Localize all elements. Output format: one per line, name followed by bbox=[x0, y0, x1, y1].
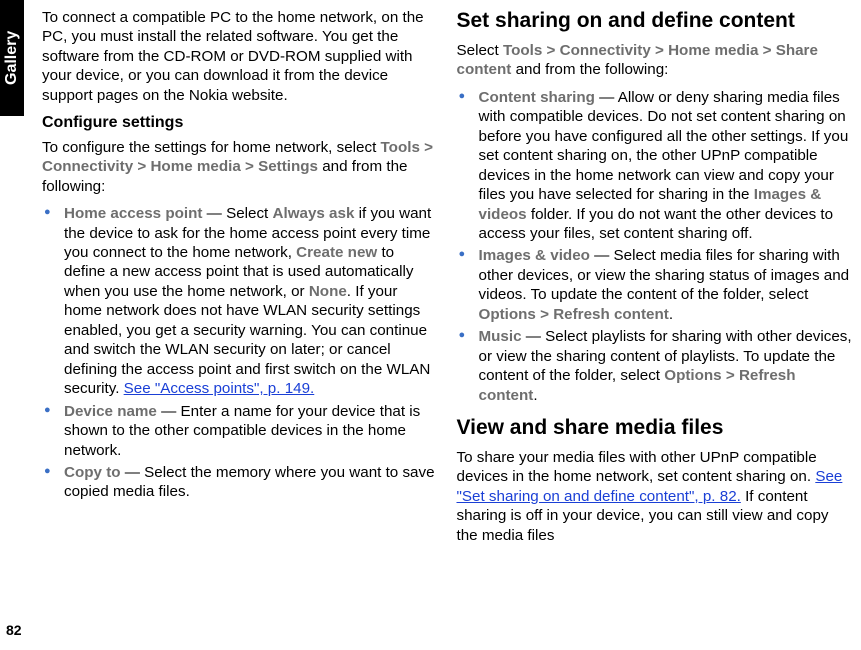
menu-sep: > bbox=[758, 42, 775, 59]
menu-sep: > bbox=[536, 306, 553, 323]
text: To configure the settings for home netwo… bbox=[42, 139, 381, 156]
set-sharing-heading: Set sharing on and define content bbox=[457, 8, 854, 35]
list-item-music: Music — Select playlists for sharing wit… bbox=[457, 327, 854, 405]
menu-connectivity: Connectivity bbox=[560, 42, 651, 59]
text: Select bbox=[457, 42, 503, 59]
view-share-heading: View and share media files bbox=[457, 415, 854, 442]
set-sharing-intro: Select Tools > Connectivity > Home media… bbox=[457, 41, 854, 80]
menu-options: Options bbox=[479, 306, 536, 323]
list-item-home-access-point: Home access point — Select Always ask if… bbox=[42, 204, 439, 399]
menu-refresh: Refresh content bbox=[553, 306, 669, 323]
menu-home-media: Home media bbox=[668, 42, 758, 59]
list-item-copy-to: Copy to — Select the memory where you wa… bbox=[42, 463, 439, 502]
text: . bbox=[533, 387, 537, 404]
text: — Select bbox=[202, 205, 272, 222]
label: Music bbox=[479, 328, 522, 345]
list-item-device-name: Device name — Enter a name for your devi… bbox=[42, 402, 439, 460]
menu-home-media: Home media bbox=[150, 158, 240, 175]
text: — Select the memory where you want to sa… bbox=[64, 464, 435, 500]
menu-sep: > bbox=[542, 42, 559, 59]
menu-sep: > bbox=[241, 158, 258, 175]
configure-intro: To configure the settings for home netwo… bbox=[42, 138, 439, 196]
label: Device name bbox=[64, 403, 157, 420]
page-content: To connect a compatible PC to the home n… bbox=[42, 8, 853, 642]
option-create-new: Create new bbox=[296, 244, 377, 261]
configure-settings-heading: Configure settings bbox=[42, 113, 439, 133]
side-tab: Gallery bbox=[0, 0, 24, 116]
menu-tools: Tools bbox=[381, 139, 420, 156]
label: Home access point bbox=[64, 205, 202, 222]
link-access-points[interactable]: See "Access points", p. 149. bbox=[124, 380, 315, 397]
menu-options: Options bbox=[664, 367, 721, 384]
view-share-paragraph: To share your media files with other UPn… bbox=[457, 448, 854, 545]
menu-sep: > bbox=[420, 139, 433, 156]
configure-bullet-list: Home access point — Select Always ask if… bbox=[42, 204, 439, 502]
intro-paragraph: To connect a compatible PC to the home n… bbox=[42, 8, 439, 105]
text: To share your media files with other UPn… bbox=[457, 449, 817, 485]
list-item-content-sharing: Content sharing — Allow or deny sharing … bbox=[457, 88, 854, 244]
menu-sep: > bbox=[651, 42, 668, 59]
label: Images & video bbox=[479, 247, 590, 264]
menu-sep: > bbox=[133, 158, 150, 175]
text: and from the following: bbox=[511, 61, 668, 78]
page-number: 82 bbox=[6, 622, 22, 638]
label: Copy to bbox=[64, 464, 121, 481]
menu-tools: Tools bbox=[503, 42, 542, 59]
label: Content sharing bbox=[479, 89, 595, 106]
option-always-ask: Always ask bbox=[273, 205, 355, 222]
text: . bbox=[669, 306, 673, 323]
menu-settings: Settings bbox=[258, 158, 318, 175]
text: folder. If you do not want the other dev… bbox=[479, 206, 834, 242]
list-item-images-video: Images & video — Select media files for … bbox=[457, 246, 854, 324]
menu-sep: > bbox=[722, 367, 739, 384]
menu-connectivity: Connectivity bbox=[42, 158, 133, 175]
sharing-bullet-list: Content sharing — Allow or deny sharing … bbox=[457, 88, 854, 405]
option-none: None bbox=[309, 283, 347, 300]
